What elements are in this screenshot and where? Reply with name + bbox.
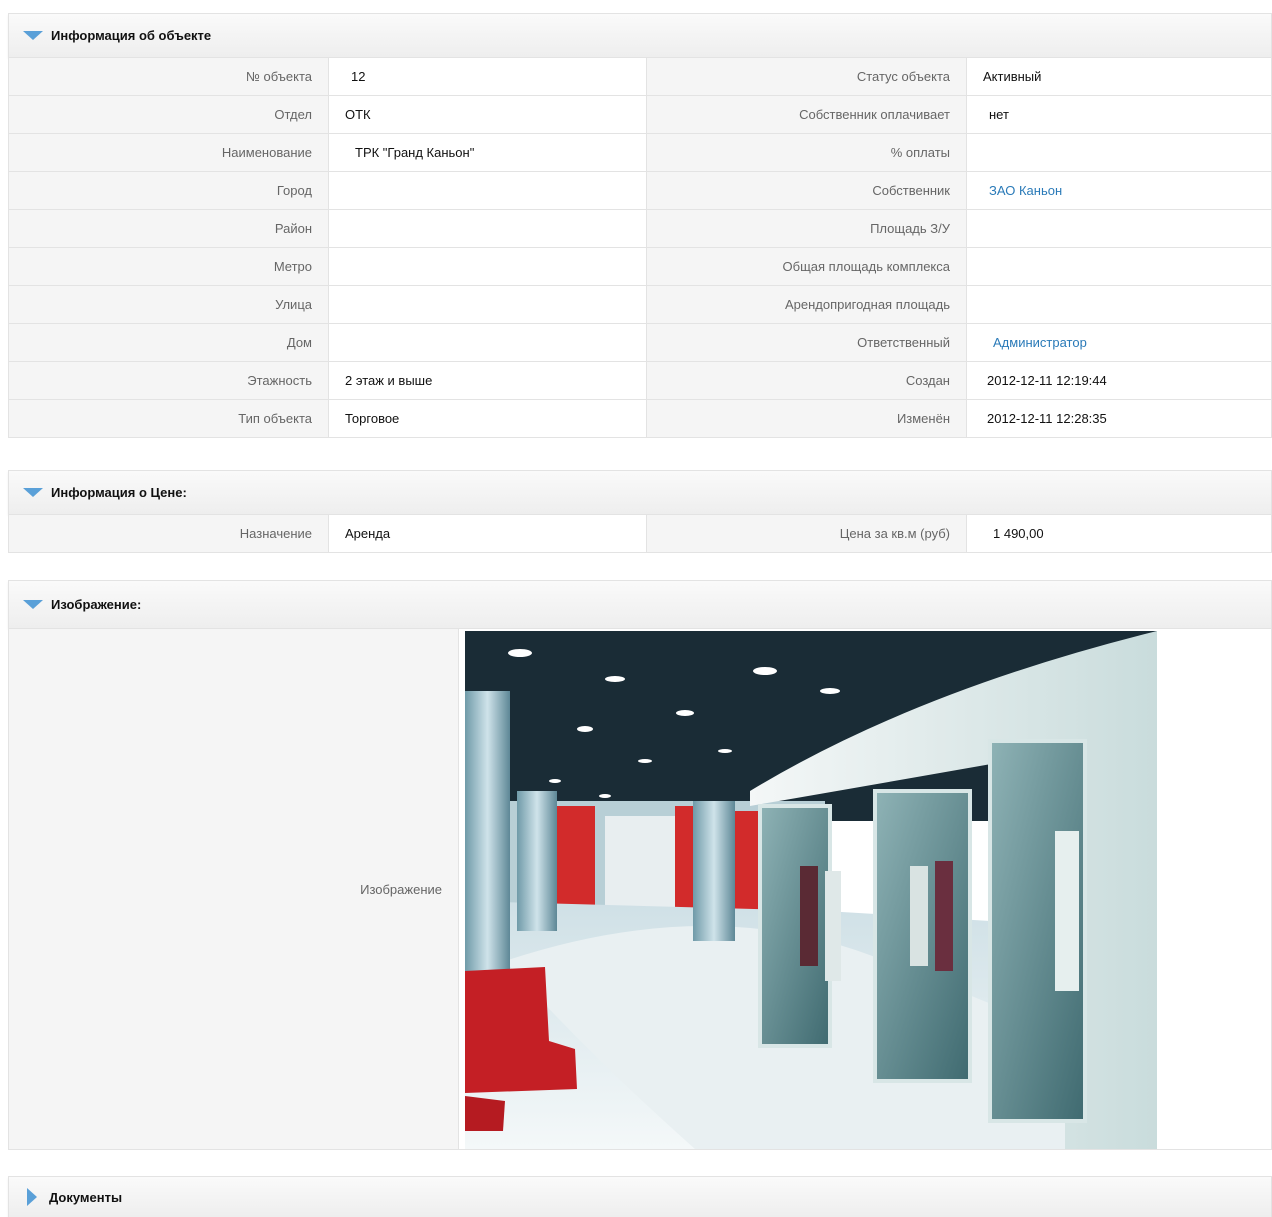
district-label: Район: [8, 209, 329, 248]
image-label: Изображение: [9, 629, 459, 1149]
object-number-label: № объекта: [8, 57, 329, 96]
modified-label: Изменён: [646, 399, 967, 438]
object-number-value: 12: [328, 57, 647, 96]
documents-header[interactable]: Документы: [8, 1176, 1272, 1217]
district-value: [328, 209, 647, 248]
table-row: № объекта 12 Статус объекта Активный: [8, 57, 1272, 96]
city-label: Город: [8, 171, 329, 210]
image-cell: [459, 629, 1271, 1149]
object-type-label: Тип объекта: [8, 399, 329, 438]
floors-label: Этажность: [8, 361, 329, 400]
department-value: ОТК: [328, 95, 647, 134]
table-row: Назначение Аренда Цена за кв.м (руб) 1 4…: [8, 514, 1272, 553]
rentable-area-label: Арендопригодная площадь: [646, 285, 967, 324]
purpose-label: Назначение: [8, 514, 329, 553]
total-area-value: [966, 247, 1272, 286]
price-info-header[interactable]: Информация о Цене:: [8, 470, 1272, 514]
triangle-down-icon: [23, 31, 43, 40]
modified-value: 2012-12-11 12:28:35: [966, 399, 1272, 438]
object-status-value: Активный: [966, 57, 1272, 96]
object-info-header[interactable]: Информация об объекте: [8, 13, 1272, 57]
land-area-value: [966, 209, 1272, 248]
house-label: Дом: [8, 323, 329, 362]
responsible-label: Ответственный: [646, 323, 967, 362]
object-info-title: Информация об объекте: [51, 28, 212, 43]
object-info-table: № объекта 12 Статус объекта Активный Отд…: [8, 57, 1272, 438]
table-row: Город Собственник ЗАО Каньон: [8, 171, 1272, 210]
price-info-title: Информация о Цене:: [51, 485, 187, 500]
payment-percent-label: % оплаты: [646, 133, 967, 172]
name-label: Наименование: [8, 133, 329, 172]
owner-label: Собственник: [646, 171, 967, 210]
created-label: Создан: [646, 361, 967, 400]
documents-panel: Документы: [8, 1176, 1272, 1217]
house-value: [328, 323, 647, 362]
created-value: 2012-12-11 12:19:44: [966, 361, 1272, 400]
street-label: Улица: [8, 285, 329, 324]
owner-pays-value: нет: [966, 95, 1272, 134]
image-row: Изображение: [8, 628, 1272, 1150]
rentable-area-value: [966, 285, 1272, 324]
triangle-down-icon: [23, 600, 43, 609]
table-row: Отдел ОТК Собственник оплачивает нет: [8, 95, 1272, 134]
object-type-value: Торговое: [328, 399, 647, 438]
responsible-link[interactable]: Администратор: [993, 335, 1087, 350]
table-row: Метро Общая площадь комплекса: [8, 247, 1272, 286]
total-area-label: Общая площадь комплекса: [646, 247, 967, 286]
table-row: Этажность 2 этаж и выше Создан 2012-12-1…: [8, 361, 1272, 400]
metro-value: [328, 247, 647, 286]
price-info-table: Назначение Аренда Цена за кв.м (руб) 1 4…: [8, 514, 1272, 553]
floors-value: 2 этаж и выше: [328, 361, 647, 400]
object-info-panel: Информация об объекте № объекта 12 Стату…: [8, 13, 1272, 438]
payment-percent-value: [966, 133, 1272, 172]
mall-interior-image[interactable]: [465, 631, 1157, 1149]
owner-link[interactable]: ЗАО Каньон: [989, 183, 1062, 198]
table-row: Район Площадь З/У: [8, 209, 1272, 248]
price-per-sqm-value: 1 490,00: [966, 514, 1272, 553]
documents-title: Документы: [49, 1189, 123, 1205]
owner-pays-label: Собственник оплачивает: [646, 95, 967, 134]
name-value: ТРК "Гранд Каньон": [328, 133, 647, 172]
image-panel-header[interactable]: Изображение:: [8, 580, 1272, 628]
triangle-right-icon: [27, 1188, 37, 1206]
land-area-label: Площадь З/У: [646, 209, 967, 248]
table-row: Тип объекта Торговое Изменён 2012-12-11 …: [8, 399, 1272, 438]
metro-label: Метро: [8, 247, 329, 286]
city-value: [328, 171, 647, 210]
street-value: [328, 285, 647, 324]
image-panel: Изображение: Изображение: [8, 580, 1272, 1150]
price-per-sqm-label: Цена за кв.м (руб): [646, 514, 967, 553]
image-panel-title: Изображение:: [51, 597, 142, 612]
purpose-value: Аренда: [328, 514, 647, 553]
object-status-label: Статус объекта: [646, 57, 967, 96]
department-label: Отдел: [8, 95, 329, 134]
table-row: Дом Ответственный Администратор: [8, 323, 1272, 362]
price-info-panel: Информация о Цене: Назначение Аренда Цен…: [8, 470, 1272, 553]
table-row: Улица Арендопригодная площадь: [8, 285, 1272, 324]
table-row: Наименование ТРК "Гранд Каньон" % оплаты: [8, 133, 1272, 172]
triangle-down-icon: [23, 488, 43, 497]
